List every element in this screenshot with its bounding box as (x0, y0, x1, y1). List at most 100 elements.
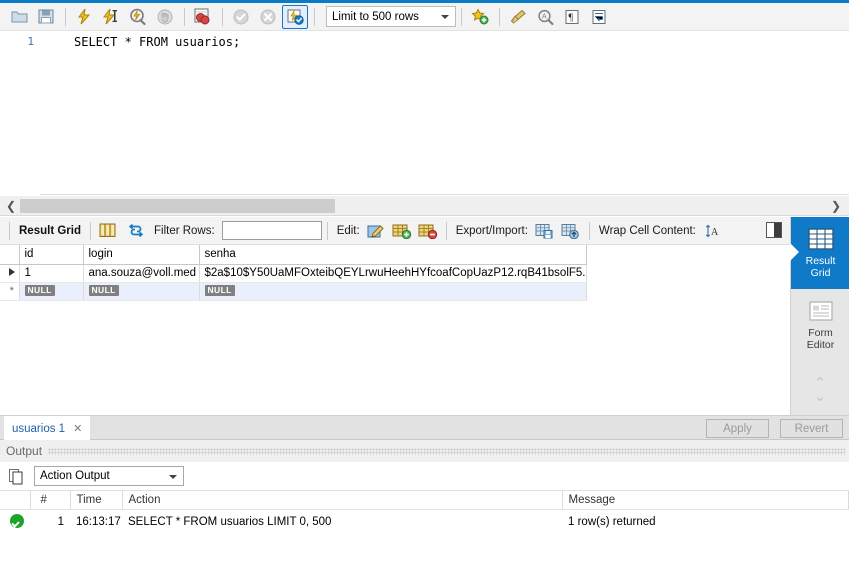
grid-header-senha[interactable]: senha (199, 245, 587, 265)
execute-statement-icon[interactable] (71, 5, 97, 29)
output-num: 1 (30, 509, 70, 535)
toolbar-separator (314, 7, 315, 26)
stop-execution-icon[interactable] (152, 5, 178, 29)
toolbar-separator (461, 7, 462, 26)
output-panel-title: Output (6, 444, 43, 458)
tab-label: usuarios 1 (12, 422, 66, 435)
row-marker-cell[interactable] (0, 264, 20, 283)
close-icon[interactable]: ✕ (73, 422, 82, 435)
delete-row-icon[interactable] (418, 223, 438, 239)
row-limit-value: Limit to 500 rows (332, 10, 419, 23)
output-type-dropdown[interactable]: Action Output (34, 466, 184, 486)
action-output-table: # Time Action Message 1 16:13:17 SELECT … (0, 491, 849, 535)
cell-login-new[interactable]: NULL (83, 282, 200, 301)
cell-id-new[interactable]: NULL (19, 282, 84, 301)
toolbar-separator (89, 221, 91, 240)
save-sql-file-icon[interactable] (33, 5, 59, 29)
sql-query-text[interactable]: SELECT * FROM usuarios; (74, 35, 240, 49)
grid-view-icon[interactable] (99, 223, 117, 238)
output-panel-header: Output (0, 440, 849, 462)
rollback-icon[interactable] (255, 5, 281, 29)
scroll-left-icon[interactable]: ❮ (4, 199, 18, 213)
sidebar-label-line2: Editor (806, 339, 835, 351)
copy-output-icon[interactable] (8, 468, 26, 485)
side-panel-scroll-arrows[interactable]: ⌃ ⌄ (791, 376, 849, 404)
output-header-num: # (30, 491, 71, 510)
editor-horizontal-scrollbar[interactable]: ❮ ❯ (0, 196, 849, 216)
sql-editor-toolbar: Limit to 500 rows A ¶ (0, 3, 849, 31)
refresh-icon[interactable] (128, 223, 144, 238)
grid-header-id[interactable]: id (19, 245, 84, 265)
filter-rows-input[interactable] (221, 221, 322, 240)
result-grid[interactable]: id login senha 1 ana.souza@voll.med $2a$… (0, 245, 790, 415)
result-grid-toolbar: Result Grid Filter Rows: Edit: Export/Im… (0, 217, 790, 245)
result-grid-icon (807, 228, 834, 250)
output-header-action: Action (122, 491, 563, 510)
output-row[interactable]: 1 16:13:17 SELECT * FROM usuarios LIMIT … (0, 509, 849, 535)
action-output-table-wrap: # Time Action Message 1 16:13:17 SELECT … (0, 490, 849, 584)
edit-row-icon[interactable] (367, 223, 386, 239)
beautify-query-icon[interactable] (505, 5, 531, 29)
cell-login[interactable]: ana.souza@voll.med (83, 264, 200, 283)
toggle-execution-plan-icon[interactable] (190, 5, 216, 29)
add-snippet-icon[interactable] (467, 5, 493, 29)
import-recordset-icon[interactable] (561, 223, 581, 239)
output-header-divider (48, 447, 845, 455)
tab-usuarios-1[interactable]: usuarios 1 ✕ (4, 416, 91, 441)
null-badge: NULL (88, 285, 119, 296)
commit-icon[interactable] (228, 5, 254, 29)
scroll-right-icon[interactable]: ❯ (829, 199, 843, 213)
output-header-status (0, 491, 31, 510)
export-recordset-icon[interactable] (535, 223, 555, 239)
execute-current-statement-icon[interactable] (98, 5, 124, 29)
null-badge: NULL (24, 285, 55, 296)
find-icon[interactable]: A (532, 5, 558, 29)
filter-rows-label: Filter Rows: (153, 224, 215, 237)
svg-text:A: A (542, 13, 547, 20)
cell-senha-new[interactable]: NULL (199, 282, 587, 301)
output-header-message: Message (562, 491, 849, 510)
table-row-new[interactable]: * NULL NULL NULL (0, 282, 587, 301)
svg-text:¶: ¶ (569, 12, 574, 23)
grid-header-login[interactable]: login (83, 245, 200, 265)
wrap-cell-content-label: Wrap Cell Content: (598, 224, 696, 237)
toolbar-separator (222, 7, 223, 26)
wrap-cell-content-icon[interactable]: A (705, 224, 721, 238)
mysql-workbench-window: Limit to 500 rows A ¶ 1 SELECT * FROM us… (0, 0, 849, 584)
apply-button[interactable]: Apply (706, 419, 769, 438)
cell-senha[interactable]: $2a$10$Y50UaMFOxteibQEYLrwuHeehHYfcoafCo… (199, 264, 587, 283)
sidebar-label-line1: Result (805, 255, 836, 267)
output-toolbar: Action Output (0, 462, 849, 490)
cell-id[interactable]: 1 (19, 264, 84, 283)
chevron-down-icon[interactable]: ⌄ (814, 389, 827, 404)
result-tabbar: usuarios 1 ✕ Apply Revert (0, 415, 849, 441)
revert-button[interactable]: Revert (780, 419, 843, 438)
result-view-side-panel: Result Grid Form Editor ⌃ ⌄ (790, 217, 849, 415)
toolbar-separator (445, 221, 447, 240)
toggle-autocommit-icon[interactable] (282, 4, 308, 29)
row-pointer-icon (8, 268, 15, 276)
open-sql-file-icon[interactable] (6, 5, 32, 29)
new-row-marker-cell[interactable]: * (0, 282, 20, 301)
wrap-lines-icon[interactable] (586, 5, 612, 29)
toggle-invisible-chars-icon[interactable]: ¶ (559, 5, 585, 29)
toolbar-separator (9, 221, 10, 240)
explain-statement-icon[interactable] (125, 5, 151, 29)
sql-editor-area[interactable]: 1 SELECT * FROM usuarios; (0, 31, 849, 195)
editor-gutter: 1 (0, 31, 40, 195)
grid-header-row: id login senha (0, 245, 587, 265)
table-row[interactable]: 1 ana.souza@voll.med $2a$10$Y50UaMFOxtei… (0, 264, 587, 283)
output-header-row: # Time Action Message (0, 491, 849, 510)
output-type-value: Action Output (40, 470, 110, 482)
row-limit-dropdown[interactable]: Limit to 500 rows (326, 6, 456, 27)
success-check-icon (10, 513, 24, 528)
svg-text:A: A (711, 227, 719, 238)
output-status-cell (0, 509, 30, 535)
scrollbar-thumb[interactable] (20, 199, 335, 213)
toggle-side-panel-icon[interactable] (766, 222, 782, 238)
toolbar-separator (588, 221, 590, 240)
edit-label: Edit: (336, 224, 360, 237)
sidebar-item-form-editor[interactable]: Form Editor (791, 289, 849, 361)
sidebar-item-result-grid[interactable]: Result Grid (790, 217, 849, 289)
insert-row-icon[interactable] (392, 223, 412, 239)
